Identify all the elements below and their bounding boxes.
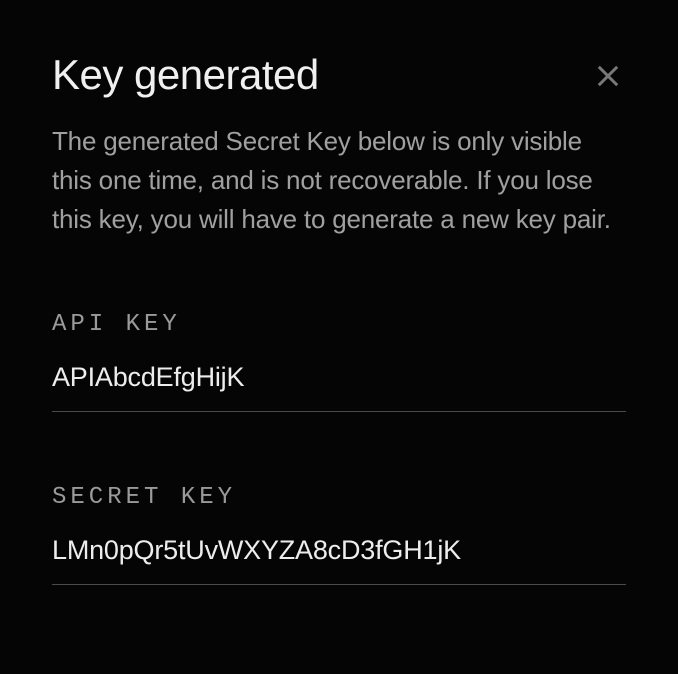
dialog-description: The generated Secret Key below is only v… — [52, 122, 626, 239]
dialog-header: Key generated — [52, 52, 626, 98]
secret-key-value: LMn0pQr5tUvWXYZA8cD3fGH1jK — [52, 535, 626, 585]
api-key-value: APIAbcdEfgHijK — [52, 362, 626, 412]
close-button[interactable] — [590, 58, 626, 94]
api-key-label: API KEY — [52, 311, 626, 338]
secret-key-label: SECRET KEY — [52, 484, 626, 511]
dialog-title: Key generated — [52, 52, 319, 98]
close-icon — [594, 62, 622, 90]
secret-key-field: SECRET KEY LMn0pQr5tUvWXYZA8cD3fGH1jK — [52, 484, 626, 585]
api-key-field: API KEY APIAbcdEfgHijK — [52, 311, 626, 412]
